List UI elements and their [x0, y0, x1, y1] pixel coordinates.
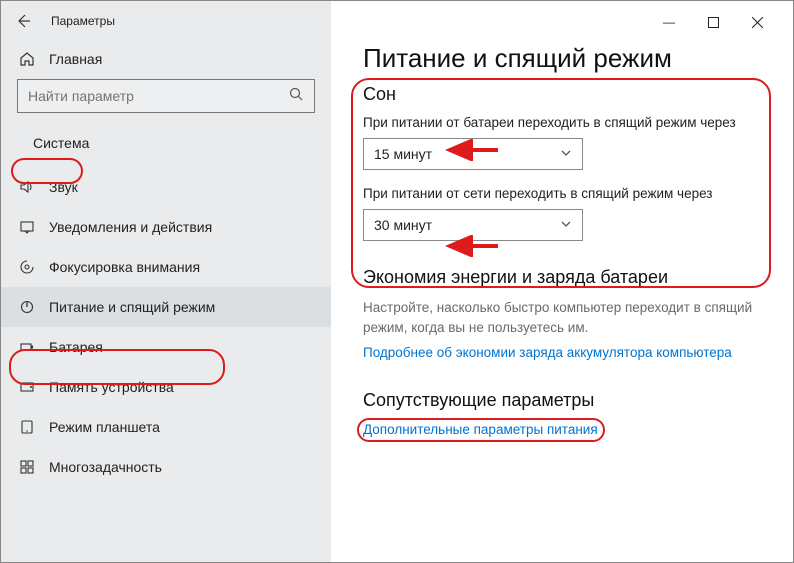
related-link[interactable]: Дополнительные параметры питания: [363, 422, 598, 437]
battery-sleep-label: При питании от батареи переходить в спящ…: [363, 115, 761, 130]
sidebar-item-label: Батарея: [49, 339, 103, 355]
multitask-icon: [19, 459, 35, 475]
sidebar-item-label: Режим планшета: [49, 419, 160, 435]
window-title: Параметры: [51, 14, 115, 28]
window-controls: —: [363, 7, 787, 37]
home-label: Главная: [49, 51, 102, 67]
focus-icon: [19, 259, 35, 275]
home-nav[interactable]: Главная: [1, 41, 331, 79]
economy-heading: Экономия энергии и заряда батареи: [363, 267, 761, 288]
related-heading: Сопутствующие параметры: [363, 390, 761, 411]
sidebar-item-focus[interactable]: Фокусировка внимания: [1, 247, 331, 287]
sleep-heading: Сон: [363, 84, 761, 105]
ac-sleep-select[interactable]: 30 минут: [363, 209, 583, 241]
select-value: 15 минут: [374, 146, 432, 162]
sidebar-item-storage[interactable]: Память устройства: [1, 367, 331, 407]
battery-icon: [19, 339, 35, 355]
search-input[interactable]: [28, 88, 263, 104]
close-button[interactable]: [735, 7, 779, 37]
page-title: Питание и спящий режим: [363, 43, 761, 74]
tablet-icon: [19, 419, 35, 435]
minimize-button[interactable]: —: [647, 7, 691, 37]
sidebar-item-label: Звук: [49, 179, 78, 195]
back-button[interactable]: [9, 7, 37, 35]
sidebar-item-tablet[interactable]: Режим планшета: [1, 407, 331, 447]
ac-sleep-label: При питании от сети переходить в спящий …: [363, 186, 761, 201]
search-box[interactable]: [17, 79, 315, 113]
economy-desc: Настройте, насколько быстро компьютер пе…: [363, 298, 761, 337]
sidebar-item-label: Фокусировка внимания: [49, 259, 200, 275]
sidebar-item-label: Питание и спящий режим: [49, 299, 215, 315]
notification-icon: [19, 219, 35, 235]
sidebar-item-label: Уведомления и действия: [49, 219, 212, 235]
sidebar-titlebar: Параметры: [1, 1, 331, 41]
sidebar-item-battery[interactable]: Батарея: [1, 327, 331, 367]
annotation-ring: [351, 78, 771, 288]
search-icon: [288, 86, 304, 107]
sound-icon: [19, 179, 35, 195]
economy-link[interactable]: Подробнее об экономии заряда аккумулятор…: [363, 345, 761, 360]
sidebar-item-label: Многозадачность: [49, 459, 162, 475]
sidebar-item-power[interactable]: Питание и спящий режим: [1, 287, 331, 327]
sidebar-item-sound[interactable]: Звук: [1, 167, 331, 207]
maximize-button[interactable]: [691, 7, 735, 37]
section-system: Система: [17, 129, 105, 161]
power-icon: [19, 299, 35, 315]
home-icon: [19, 51, 35, 67]
sidebar-item-label: Память устройства: [49, 379, 174, 395]
sidebar-item-notifications[interactable]: Уведомления и действия: [1, 207, 331, 247]
chevron-down-icon: [560, 218, 572, 233]
storage-icon: [19, 379, 35, 395]
chevron-down-icon: [560, 147, 572, 162]
sidebar-item-multitask[interactable]: Многозадачность: [1, 447, 331, 487]
battery-sleep-select[interactable]: 15 минут: [363, 138, 583, 170]
select-value: 30 минут: [374, 217, 432, 233]
